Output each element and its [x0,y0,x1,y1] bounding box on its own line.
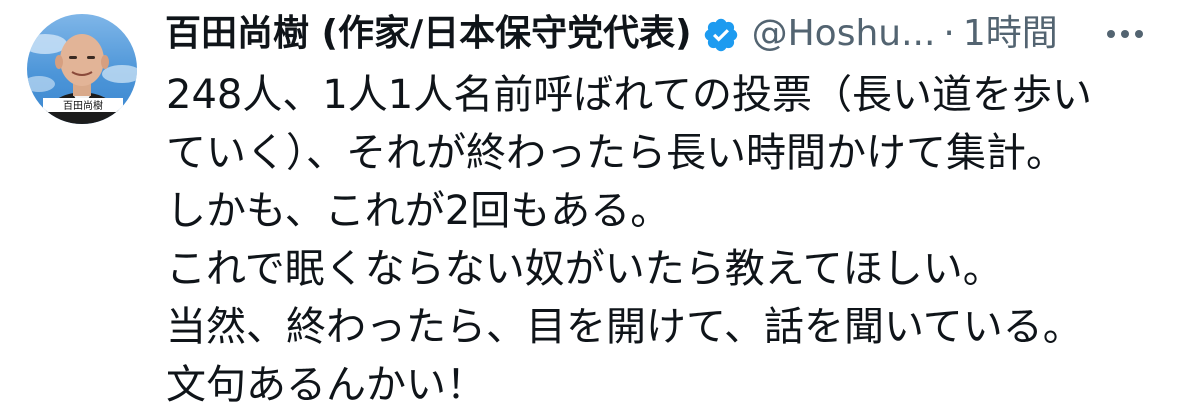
dot-icon [1121,30,1129,38]
tweet-text-line: これで眠くならない奴がいたら教えてほしい。 [166,246,1003,292]
user-handle[interactable]: @Hoshu... [752,6,936,62]
verified-badge-icon [702,15,740,53]
tweet-text-line: しかも、これが2回もある。 [166,188,671,234]
display-name[interactable]: 百田尚樹 (作家/日本保守党代表) [165,6,692,62]
timestamp[interactable]: 1時間 [963,6,1058,62]
dot-icon [1107,30,1115,38]
tweet[interactable]: 百田尚樹 百田尚樹 (作家/日本保守党代表) @Hoshu... · 1時間 2… [0,0,1179,417]
tweet-text: 248人、1人1人名前呼ばれての投票（長い道を歩い ていく）、それが終わったら長… [166,66,1156,414]
tweet-text-line: 当然、終わったら、目を開けて、話を聞いている。 [166,304,1083,350]
dot-icon [1135,30,1143,38]
more-options-icon[interactable] [1095,14,1155,54]
tweet-text-line: 文句あるんかい！ [166,362,486,408]
tweet-text-line: 248人、1人1人名前呼ばれての投票（長い道を歩い [166,72,1093,118]
avatar-image: 百田尚樹 [27,34,137,124]
tweet-header: 百田尚樹 (作家/日本保守党代表) @Hoshu... · 1時間 [165,6,1058,62]
avatar-signature: 百田尚樹 [63,99,103,112]
tweet-text-line: ていく）、それが終わったら長い時間かけて集計。 [166,130,1066,176]
avatar[interactable]: 百田尚樹 [27,14,137,124]
separator-dot: · [943,13,955,54]
